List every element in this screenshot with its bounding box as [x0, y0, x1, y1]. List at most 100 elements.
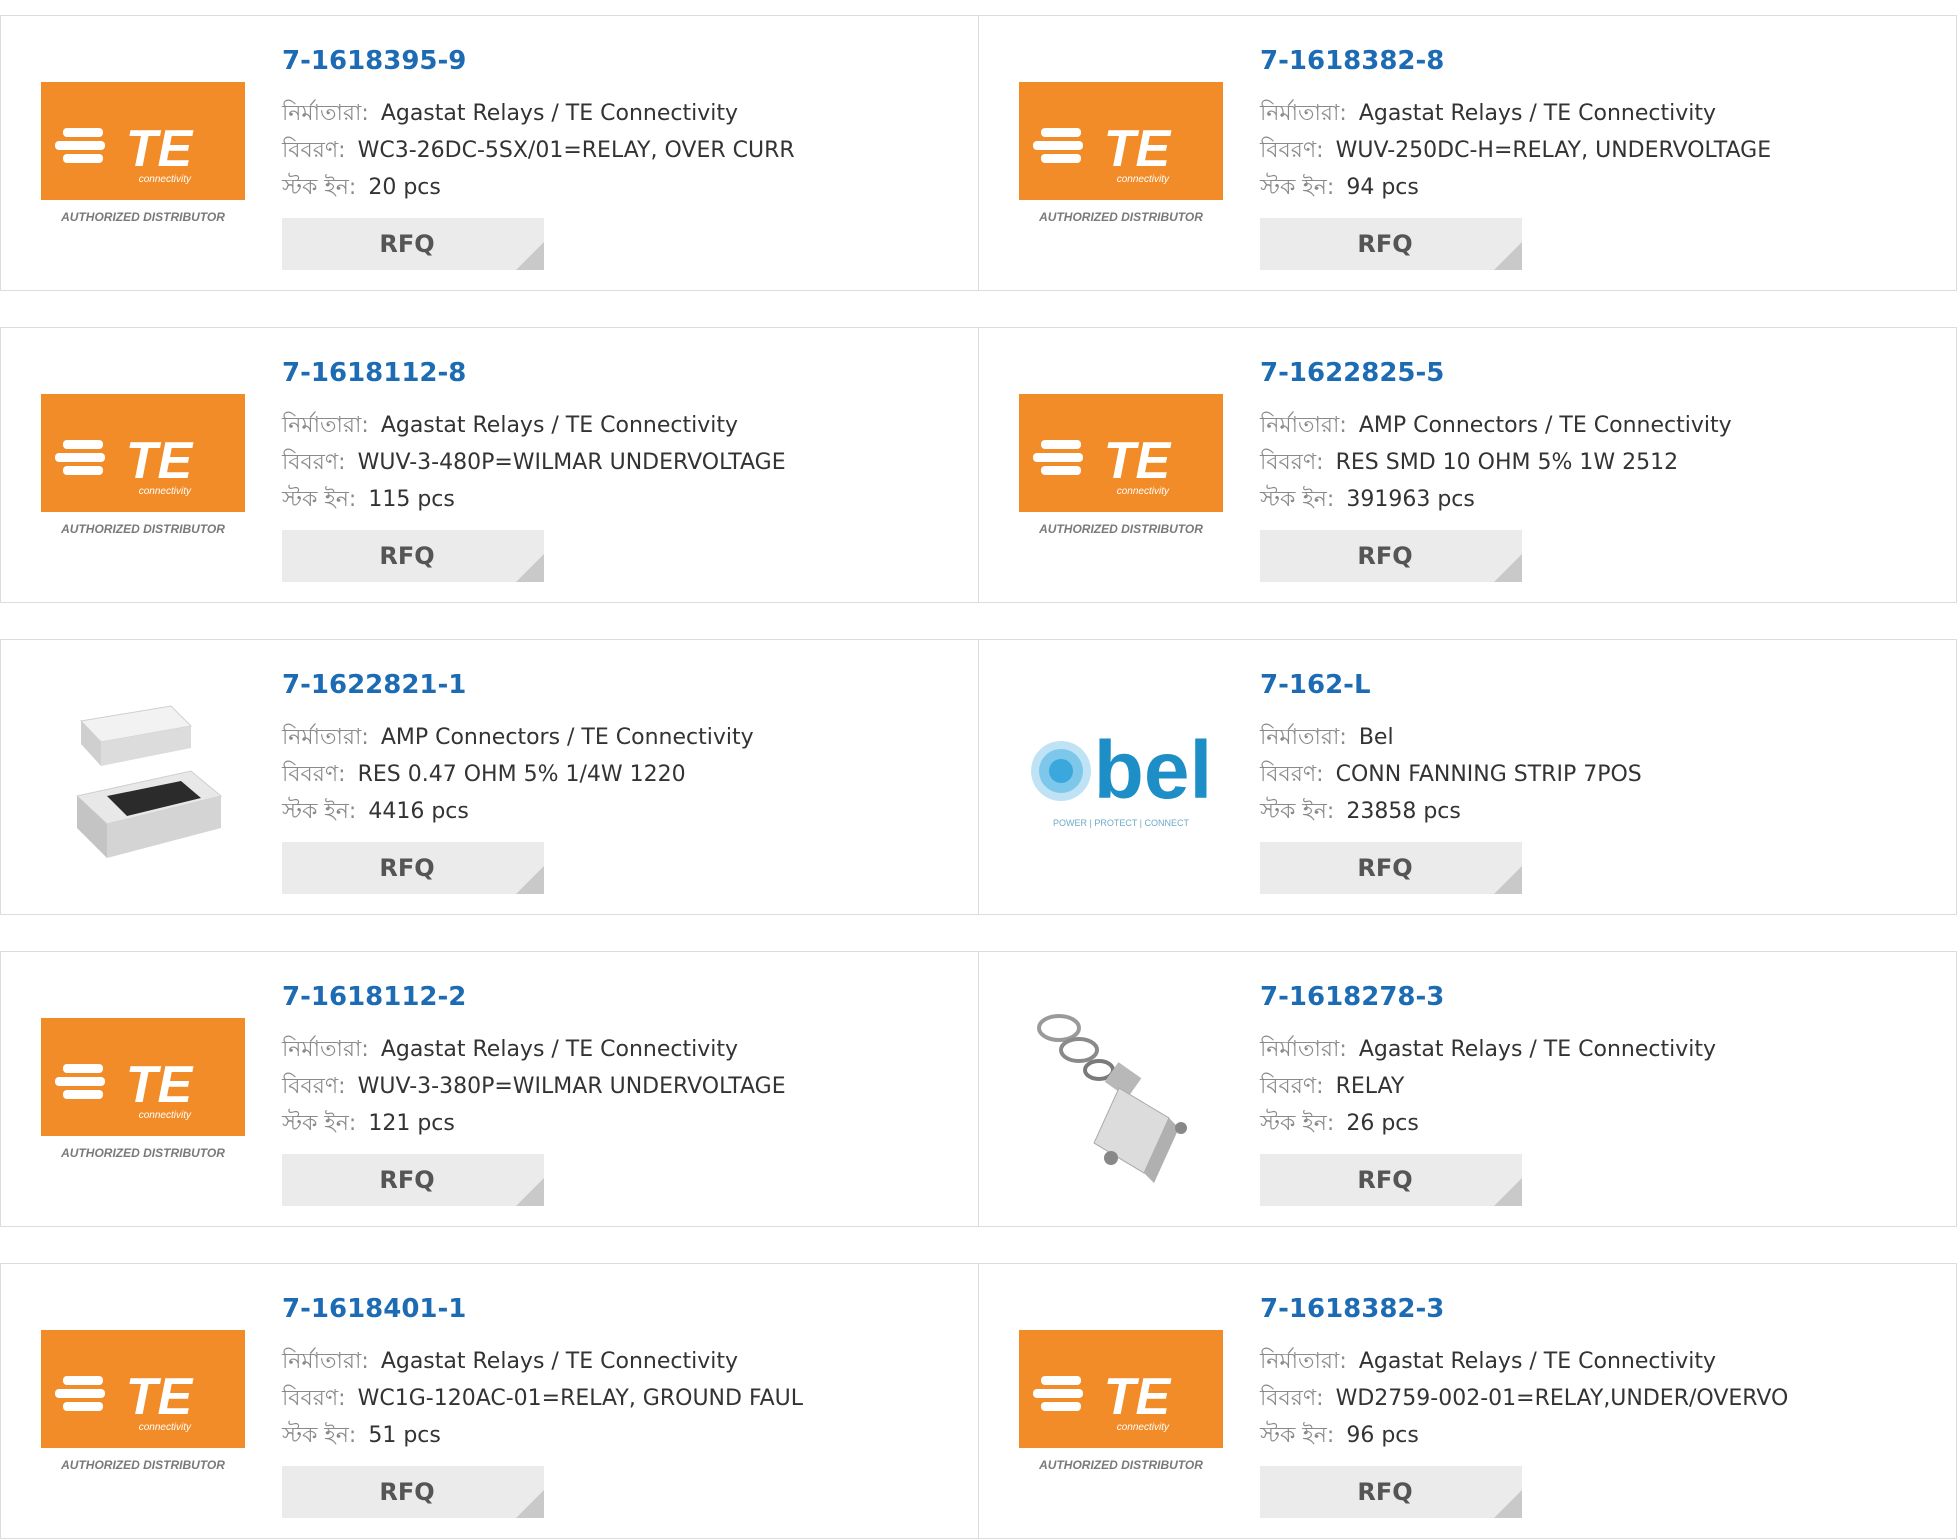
- rfq-button[interactable]: RFQ: [282, 218, 544, 270]
- manufacturer-label: নির্মাতারা:: [282, 1037, 369, 1062]
- svg-text:AUTHORIZED DISTRIBUTOR: AUTHORIZED DISTRIBUTOR: [60, 210, 225, 224]
- product-image[interactable]: [41, 686, 245, 876]
- rfq-label: RFQ: [1357, 1478, 1413, 1506]
- product-image[interactable]: [1019, 998, 1223, 1188]
- stock-value: 115 pcs: [368, 487, 455, 512]
- svg-text:TE: TE: [1104, 1368, 1172, 1426]
- product-image[interactable]: TE connectivity AUTHORIZED DISTRIBUTOR: [41, 998, 245, 1188]
- stock-row: স্টক ইন: 94 pcs: [1260, 170, 1419, 207]
- product-image[interactable]: TE connectivity AUTHORIZED DISTRIBUTOR: [1019, 62, 1223, 252]
- product-image[interactable]: bel POWER | PROTECT | CONNECT: [1019, 686, 1223, 876]
- part-number-link[interactable]: 7-1618382-3: [1260, 1294, 1444, 1324]
- part-number-link[interactable]: 7-1618401-1: [282, 1294, 466, 1324]
- corner-triangle: [516, 242, 544, 270]
- rfq-button[interactable]: RFQ: [282, 530, 544, 582]
- description-row: বিবরণ: RES SMD 10 OHM 5% 1W 2512: [1260, 445, 1678, 482]
- product-card: TE connectivity AUTHORIZED DISTRIBUTOR 7…: [0, 327, 979, 603]
- te-logo: TE connectivity AUTHORIZED DISTRIBUTOR: [1019, 82, 1223, 224]
- stock-label: স্টক ইন:: [282, 1423, 357, 1448]
- corner-triangle: [1494, 1490, 1522, 1518]
- description-row: বিবরণ: WUV-3-380P=WILMAR UNDERVOLTAGE: [282, 1069, 786, 1106]
- product-image[interactable]: TE connectivity AUTHORIZED DISTRIBUTOR: [41, 1310, 245, 1500]
- te-logo: TE connectivity AUTHORIZED DISTRIBUTOR: [41, 1330, 245, 1472]
- svg-text:connectivity: connectivity: [139, 1422, 192, 1433]
- part-number-link[interactable]: 7-1618112-2: [282, 982, 466, 1012]
- manufacturer-value: Agastat Relays / TE Connectivity: [380, 413, 738, 438]
- stock-value: 96 pcs: [1346, 1423, 1419, 1448]
- manufacturer-value: Agastat Relays / TE Connectivity: [1358, 1037, 1716, 1062]
- description-label: বিবরণ:: [1260, 1074, 1324, 1099]
- svg-text:AUTHORIZED DISTRIBUTOR: AUTHORIZED DISTRIBUTOR: [1038, 1458, 1203, 1472]
- manufacturer-label: নির্মাতারা:: [282, 101, 369, 126]
- manufacturer-row: নির্মাতারা: Agastat Relays / TE Connectiv…: [1260, 1032, 1716, 1069]
- manufacturer-value: AMP Connectors / TE Connectivity: [1358, 413, 1732, 438]
- manufacturer-row: নির্মাতারা: AMP Connectors / TE Connectiv…: [282, 720, 754, 757]
- svg-text:TE: TE: [126, 1368, 194, 1426]
- svg-text:POWER | PROTECT | CONNECT: POWER | PROTECT | CONNECT: [1053, 818, 1190, 828]
- rfq-button[interactable]: RFQ: [282, 842, 544, 894]
- part-number-link[interactable]: 7-1618382-8: [1260, 46, 1444, 76]
- product-image[interactable]: TE connectivity AUTHORIZED DISTRIBUTOR: [41, 374, 245, 564]
- manufacturer-value: Bel: [1358, 725, 1394, 750]
- svg-text:AUTHORIZED DISTRIBUTOR: AUTHORIZED DISTRIBUTOR: [60, 1146, 225, 1160]
- stock-row: স্টক ইন: 121 pcs: [282, 1106, 455, 1143]
- rfq-button[interactable]: RFQ: [1260, 218, 1522, 270]
- manufacturer-label: নির্মাতারা:: [282, 1349, 369, 1374]
- product-image[interactable]: TE connectivity AUTHORIZED DISTRIBUTOR: [1019, 1310, 1223, 1500]
- manufacturer-row: নির্মাতারা: Agastat Relays / TE Connectiv…: [282, 408, 738, 445]
- part-number-link[interactable]: 7-1622825-5: [1260, 358, 1444, 388]
- svg-text:TE: TE: [1104, 120, 1172, 178]
- product-image[interactable]: TE connectivity AUTHORIZED DISTRIBUTOR: [41, 62, 245, 252]
- manufacturer-label: নির্মাতারা:: [1260, 101, 1347, 126]
- manufacturer-row: নির্মাতারা: Bel: [1260, 720, 1394, 757]
- svg-text:connectivity: connectivity: [139, 174, 192, 185]
- manufacturer-value: Agastat Relays / TE Connectivity: [380, 1349, 738, 1374]
- te-logo: TE connectivity AUTHORIZED DISTRIBUTOR: [1019, 1330, 1223, 1472]
- part-number-link[interactable]: 7-1618112-8: [282, 358, 466, 388]
- description-label: বিবরণ:: [282, 1074, 346, 1099]
- product-card: TE connectivity AUTHORIZED DISTRIBUTOR 7…: [979, 327, 1957, 603]
- svg-text:TE: TE: [1104, 432, 1172, 490]
- svg-text:connectivity: connectivity: [139, 1110, 192, 1121]
- te-logo: TE connectivity AUTHORIZED DISTRIBUTOR: [41, 394, 245, 536]
- description-label: বিবরণ:: [282, 1386, 346, 1411]
- stock-row: স্টক ইন: 26 pcs: [1260, 1106, 1419, 1143]
- stock-value: 121 pcs: [368, 1111, 455, 1136]
- svg-text:AUTHORIZED DISTRIBUTOR: AUTHORIZED DISTRIBUTOR: [1038, 522, 1203, 536]
- stock-row: স্টক ইন: 51 pcs: [282, 1418, 441, 1455]
- rfq-label: RFQ: [1357, 230, 1413, 258]
- product-card: TE connectivity AUTHORIZED DISTRIBUTOR 7…: [0, 1263, 979, 1539]
- description-row: বিবরণ: CONN FANNING STRIP 7POS: [1260, 757, 1642, 794]
- stock-row: স্টক ইন: 115 pcs: [282, 482, 455, 519]
- rfq-label: RFQ: [1357, 542, 1413, 570]
- rfq-button[interactable]: RFQ: [1260, 530, 1522, 582]
- manufacturer-label: নির্মাতারা:: [282, 413, 369, 438]
- part-number-link[interactable]: 7-162-L: [1260, 670, 1371, 700]
- product-image[interactable]: TE connectivity AUTHORIZED DISTRIBUTOR: [1019, 374, 1223, 564]
- rfq-button[interactable]: RFQ: [282, 1154, 544, 1206]
- description-label: বিবরণ:: [1260, 762, 1324, 787]
- corner-triangle: [516, 554, 544, 582]
- manufacturer-row: নির্মাতারা: Agastat Relays / TE Connectiv…: [1260, 96, 1716, 133]
- rfq-button[interactable]: RFQ: [1260, 1466, 1522, 1518]
- description-value: WC1G-120AC-01=RELAY, GROUND FAUL: [357, 1386, 803, 1411]
- stock-row: স্টক ইন: 96 pcs: [1260, 1418, 1419, 1455]
- rfq-label: RFQ: [1357, 1166, 1413, 1194]
- stock-label: স্টক ইন:: [1260, 175, 1335, 200]
- svg-text:TE: TE: [126, 432, 194, 490]
- product-card: 7-1618278-3 নির্মাতারা: Agastat Relays / …: [979, 951, 1957, 1227]
- rfq-label: RFQ: [1357, 854, 1413, 882]
- svg-text:AUTHORIZED DISTRIBUTOR: AUTHORIZED DISTRIBUTOR: [1038, 210, 1203, 224]
- part-number-link[interactable]: 7-1622821-1: [282, 670, 466, 700]
- part-number-link[interactable]: 7-1618395-9: [282, 46, 466, 76]
- description-value: WC3-26DC-5SX/01=RELAY, OVER CURR: [357, 138, 795, 163]
- rfq-button[interactable]: RFQ: [1260, 842, 1522, 894]
- rfq-button[interactable]: RFQ: [282, 1466, 544, 1518]
- part-number-link[interactable]: 7-1618278-3: [1260, 982, 1444, 1012]
- description-value: WUV-250DC-H=RELAY, UNDERVOLTAGE: [1335, 138, 1772, 163]
- product-grid: TE connectivity AUTHORIZED DISTRIBUTOR 7…: [0, 15, 1957, 1539]
- svg-text:connectivity: connectivity: [139, 486, 192, 497]
- rfq-button[interactable]: RFQ: [1260, 1154, 1522, 1206]
- stock-value: 94 pcs: [1346, 175, 1419, 200]
- rfq-label: RFQ: [379, 542, 435, 570]
